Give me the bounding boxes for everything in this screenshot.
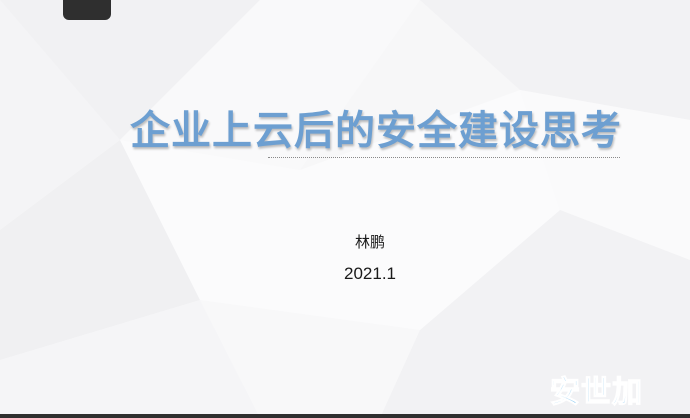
presentation-date: 2021.1 [344,264,396,283]
title-divider [268,157,620,158]
brand-watermark: 安世加 [549,374,643,410]
author-name: 林鹏 [354,233,385,251]
slide-title: 企业上云后的安全建设思考 [130,108,622,154]
watermark-text: 安世加 [550,375,643,410]
top-tab-shape [63,0,111,20]
background-facets [0,0,690,418]
bottom-bar [0,414,690,418]
presentation-slide: 企业上云后的安全建设思考 林鹏 2021.1 安世加 [0,0,690,418]
